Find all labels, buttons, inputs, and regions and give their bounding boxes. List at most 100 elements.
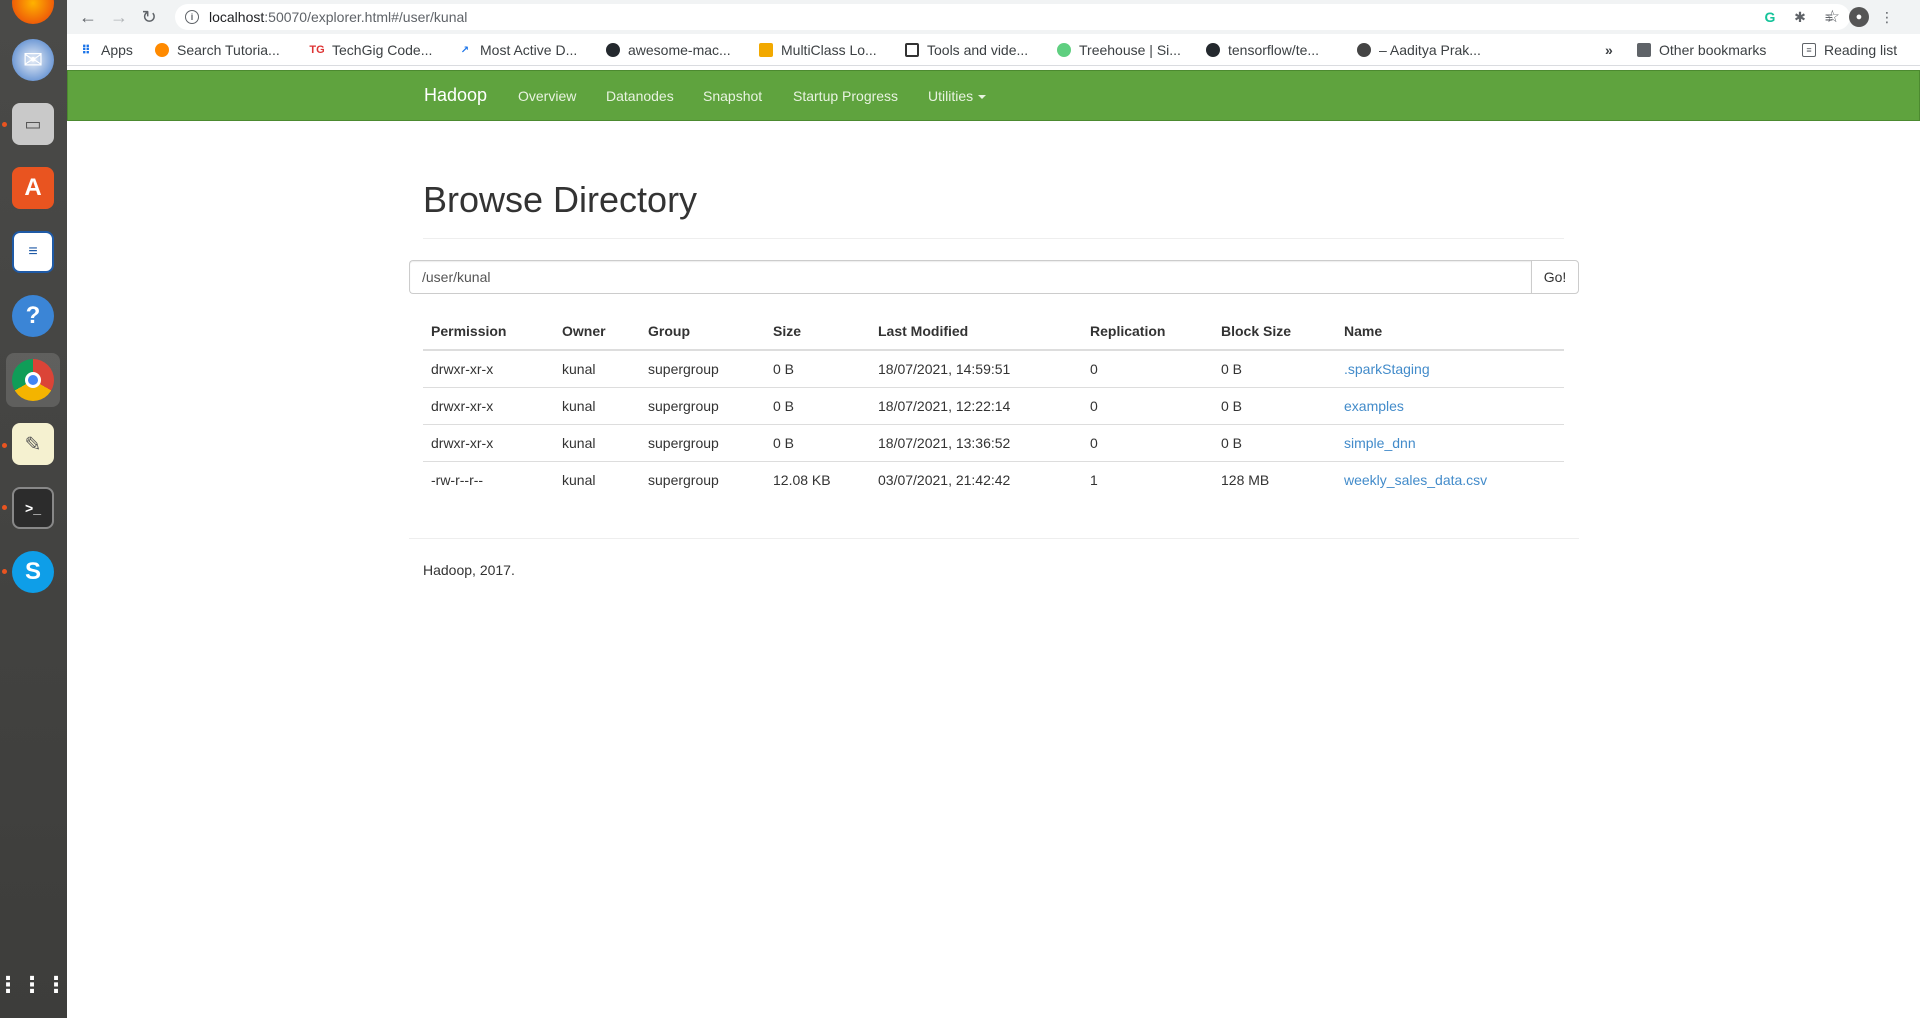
grammarly-icon[interactable]: G [1760,7,1780,27]
file-link[interactable]: simple_dnn [1344,435,1416,451]
writer-icon[interactable]: ≡ [6,225,60,279]
cell-block-size: 128 MB [1213,460,1336,498]
cell-group: supergroup [640,386,765,424]
terminal-icon[interactable]: >_ [6,481,60,535]
url-text[interactable]: localhost:50070/explorer.html#/user/kuna… [209,9,467,25]
cell-size: 0 B [765,423,870,461]
cell-last-modified: 18/07/2021, 14:59:51 [878,360,1011,377]
address-bar[interactable]: i localhost:50070/explorer.html#/user/ku… [175,4,1850,30]
bookmark-tools-videos[interactable]: Tools and vide... [905,41,1028,59]
ubuntu-dock: ✉ ▭ A ≡ ? ✎ >_ S ⋮⋮⋮ [0,0,67,1018]
bookmark-favicon [155,43,169,57]
software-center-icon[interactable]: A [6,161,60,215]
cell-name: simple_dnn [1336,423,1564,461]
back-icon[interactable]: ← [77,6,99,28]
bookmark-tensorflow[interactable]: tensorflow/te... [1206,41,1319,59]
column-header-name[interactable]: Name [1336,313,1564,351]
cell-owner: kunal [554,423,640,461]
bookmarks-bar: ⠿ Apps Search Tutoria... TG TechGig Code… [67,34,1920,66]
bookmark-multiclass[interactable]: MultiClass Lo... [759,41,877,59]
bookmark-techgig[interactable]: TG TechGig Code... [309,41,432,59]
cell-replication: 0 [1082,423,1213,461]
media-control-icon[interactable]: ≡ [1819,7,1839,27]
path-input-group: Go! [409,260,1579,294]
footer-divider [409,538,1579,539]
thunderbird-icon[interactable]: ✉ [6,33,60,87]
menu-icon[interactable]: ⋮ [1877,7,1897,27]
cell-size: 12.08 KB [765,460,870,498]
title-divider [423,238,1564,239]
files-icon[interactable]: ▭ [6,97,60,151]
table-row: -rw-r--r-- kunal supergroup 12.08 KB 03/… [423,460,1564,498]
bookmark-most-active[interactable]: ↗ Most Active D... [458,41,577,59]
column-header-last-modified[interactable]: Last Modified [870,313,1082,351]
column-header-size[interactable]: Size [765,313,870,351]
footer-text: Hadoop, 2017. [423,562,515,578]
cell-size: 0 B [773,360,795,377]
cell-block-size: 0 B [1213,386,1336,424]
cell-group: supergroup [648,360,719,377]
cell-name: weekly_sales_data.csv [1336,460,1564,498]
column-header-replication[interactable]: Replication [1082,313,1213,351]
other-bookmarks[interactable]: Other bookmarks [1637,41,1766,59]
cell-group: supergroup [640,423,765,461]
bookmark-apps[interactable]: ⠿ Apps [79,41,133,59]
nav-utilities[interactable]: Utilities [928,88,987,104]
cell-replication: 0 [1082,386,1213,424]
column-header-group[interactable]: Group [640,313,765,351]
techgig-icon: TG [309,44,325,56]
profile-avatar[interactable]: ● [1849,7,1869,27]
reading-list[interactable]: ≡ Reading list [1802,41,1897,59]
cell-permission: drwxr-xr-x [431,360,494,377]
go-button[interactable]: Go! [1531,260,1579,294]
bookmark-treehouse[interactable]: Treehouse | Si... [1057,41,1181,59]
file-link[interactable]: weekly_sales_data.csv [1344,472,1487,488]
table-row: drwxr-xr-x kunal supergroup 0 B 18/07/20… [423,350,1564,387]
text-editor-icon[interactable]: ✎ [6,417,60,471]
bookmark-favicon [759,43,773,57]
firefox-icon[interactable] [6,0,60,30]
column-header-permission[interactable]: Permission [423,313,554,351]
file-link[interactable]: examples [1344,398,1404,414]
cell-replication: 0 [1090,360,1098,377]
column-header-owner[interactable]: Owner [554,313,640,351]
hadoop-navbar: Hadoop Overview Datanodes Snapshot Start… [67,70,1920,121]
cell-last-modified: 18/07/2021, 12:22:14 [870,386,1082,424]
file-link[interactable]: .sparkStaging [1344,361,1430,377]
cell-size: 0 B [765,386,870,424]
cell-last-modified: 18/07/2021, 13:36:52 [870,423,1082,461]
folder-icon [1637,43,1651,57]
show-applications-icon[interactable]: ⋮⋮⋮ [0,958,67,1012]
dropdown-caret-icon [978,95,987,100]
cell-permission: drwxr-xr-x [423,423,554,461]
page-title: Browse Directory [423,179,698,220]
nav-overview[interactable]: Overview [518,88,576,104]
bookmarks-overflow-button[interactable]: » [1605,41,1613,59]
skype-icon[interactable]: S [6,545,60,599]
bookmark-favicon [905,43,919,57]
reading-list-icon: ≡ [1802,43,1816,57]
bookmark-aaditya[interactable]: – Aaditya Prak... [1357,41,1481,59]
nav-startup-progress[interactable]: Startup Progress [793,88,898,104]
forward-icon[interactable]: → [108,6,130,28]
table-row: drwxr-xr-x kunal supergroup 0 B 18/07/20… [423,423,1564,461]
chrome-icon[interactable] [6,353,60,407]
bookmark-search-tutorials[interactable]: Search Tutoria... [155,41,280,59]
column-header-block-size[interactable]: Block Size [1213,313,1336,351]
bookmark-awesome-mac[interactable]: awesome-mac... [606,41,731,59]
cell-permission: -rw-r--r-- [423,460,554,498]
navbar-brand[interactable]: Hadoop [424,85,487,106]
help-icon[interactable]: ? [6,289,60,343]
directory-path-input[interactable] [409,260,1531,294]
nav-datanodes[interactable]: Datanodes [606,88,674,104]
apps-grid-icon: ⠿ [81,43,91,57]
nav-snapshot[interactable]: Snapshot [703,88,762,104]
cell-block-size: 0 B [1221,360,1243,377]
github-icon [606,43,620,57]
reload-icon[interactable]: ↻ [138,6,160,28]
site-info-icon[interactable]: i [185,10,199,24]
extensions-icon[interactable]: ✱ [1790,7,1810,27]
browser-toolbar: ← → ↻ i localhost:50070/explorer.html#/u… [67,0,1920,34]
globe-icon [1357,43,1371,57]
cell-owner: kunal [562,360,596,377]
